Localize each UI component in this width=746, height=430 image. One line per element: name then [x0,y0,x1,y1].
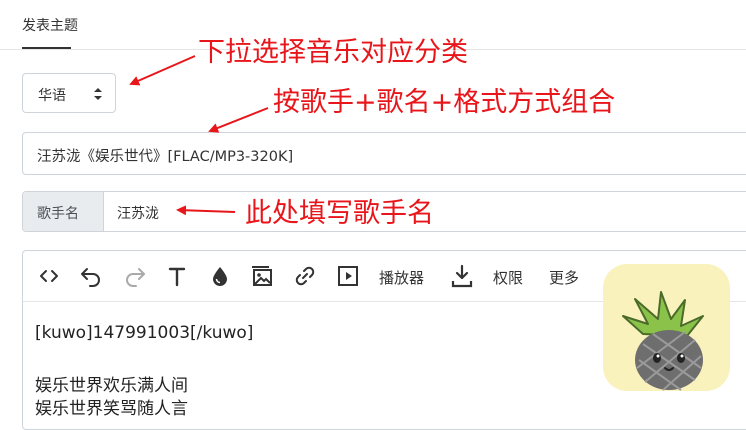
select-annotation: 下拉选择音乐对应分类 [198,37,468,68]
select-arrow [129,55,196,86]
title-arrow [208,107,269,133]
title-annotation: 按歌手+歌名+格式方式组合 [273,87,616,118]
singer-annotation: 此处填写歌手名 [245,198,434,229]
singer-arrow [176,205,236,216]
